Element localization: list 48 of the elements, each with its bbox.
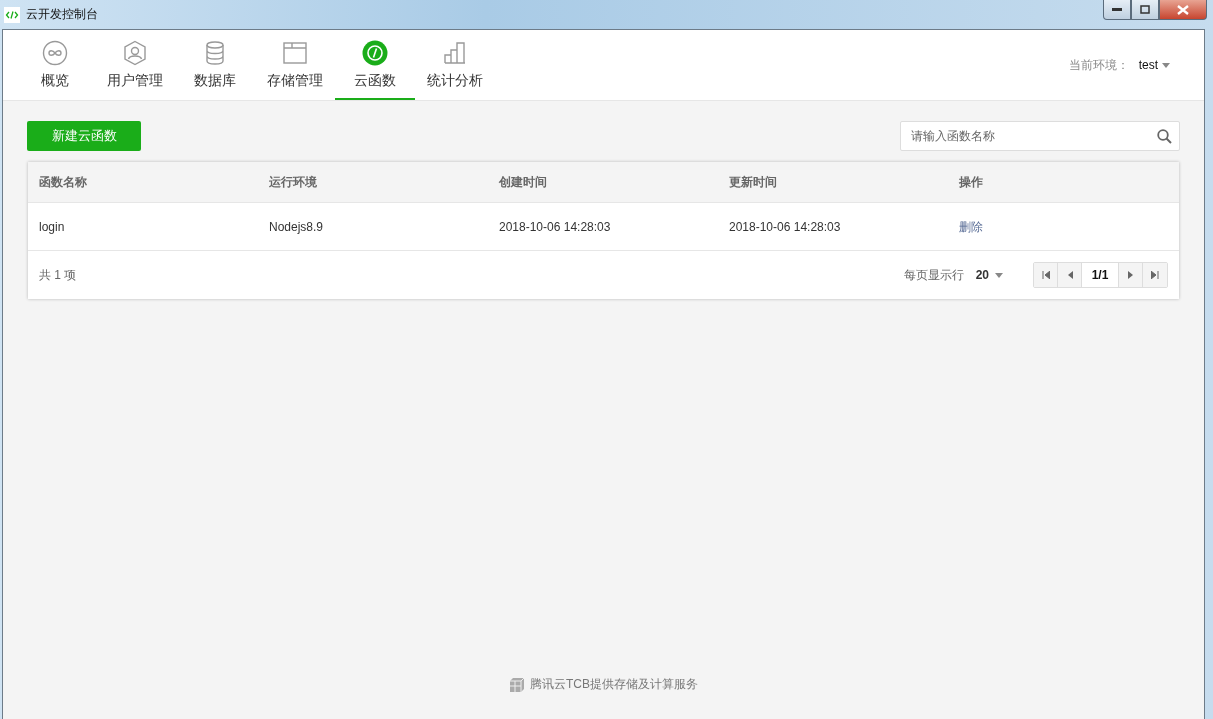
search-field[interactable]: 请输入函数名称 (900, 121, 1180, 151)
nav-tab[interactable]: 概览 (15, 30, 95, 100)
column-header: 运行环境 (269, 173, 318, 191)
nav-tab[interactable]: 存储管理 (255, 30, 335, 100)
next-page-button[interactable] (1119, 263, 1143, 287)
next-page-icon (1127, 271, 1134, 279)
table-cell-text: login (39, 219, 66, 234)
column-header: 操作 (959, 173, 984, 191)
nav-tab[interactable]: 用户管理 (95, 30, 175, 100)
column-header: 创建时间 (499, 173, 548, 191)
nav-tab[interactable]: 统计分析 (415, 30, 495, 100)
last-page-icon (1151, 271, 1159, 279)
first-page-icon (1041, 271, 1050, 279)
nav-tab[interactable]: 云函数 (335, 30, 415, 100)
maximize-icon (1140, 5, 1150, 14)
previous-page-button[interactable] (1058, 263, 1082, 287)
user-icon (122, 40, 148, 66)
table-cell-text: Nodejs8.9 (269, 219, 325, 234)
column-header: 更新时间 (729, 173, 778, 191)
delete-link[interactable]: 删除 (959, 220, 983, 234)
close-button[interactable] (1159, 0, 1207, 20)
environment-label: 当前环境： (1068, 56, 1129, 74)
maximize-button[interactable] (1131, 0, 1159, 20)
previous-page-icon (1066, 271, 1073, 279)
close-icon (1177, 4, 1189, 15)
table-cell-text: 2018-10-06 14:28:03 (499, 219, 612, 234)
caret-icon (1162, 62, 1170, 68)
page-size-dropdown[interactable]: 20 (975, 268, 1003, 282)
column-header: 函数名称 (39, 173, 88, 191)
bar-chart-icon (442, 40, 468, 66)
nav-tab[interactable]: 数据库 (175, 30, 255, 100)
code-app-icon (4, 6, 20, 23)
cube-icon (509, 676, 525, 693)
page-size-label: 每页显示行 (903, 266, 964, 284)
last-page-button[interactable] (1143, 263, 1167, 287)
credit-text: 腾讯云TCB提供存储及计算服务 (530, 676, 698, 693)
window-title: 云开发控制台 (26, 6, 98, 23)
infinity-icon (42, 40, 68, 66)
total-count: 共 1 项 (39, 266, 77, 284)
search-icon[interactable] (1157, 129, 1172, 144)
table-cell-text: 2018-10-06 14:28:03 (729, 219, 842, 234)
minimize-icon (1112, 7, 1122, 12)
minimize-button[interactable] (1103, 0, 1131, 20)
folder-icon (282, 40, 308, 66)
environment-dropdown[interactable]: test (1138, 58, 1170, 72)
first-page-button[interactable] (1034, 263, 1058, 287)
code-icon (362, 40, 388, 66)
caret-icon (995, 272, 1003, 278)
